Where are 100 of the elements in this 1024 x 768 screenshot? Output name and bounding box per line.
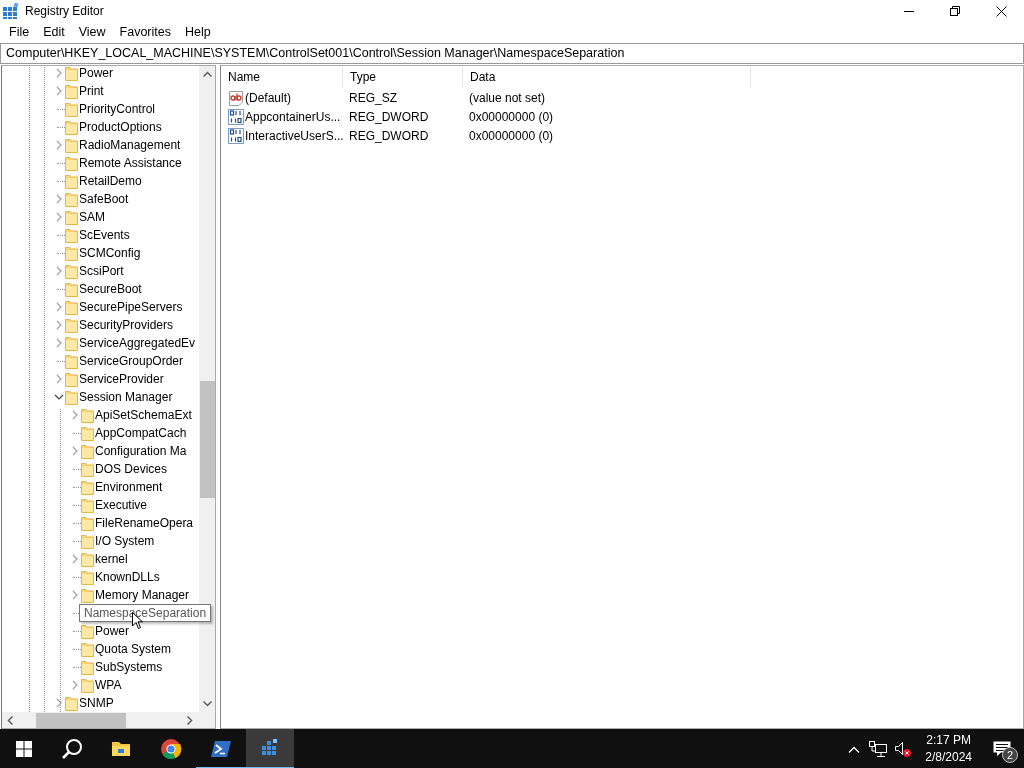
- tree-item[interactable]: DOS Devices: [94, 460, 169, 478]
- windows-logo-icon: [16, 741, 32, 757]
- folder-icon: [81, 659, 94, 675]
- folder-icon: [81, 533, 94, 549]
- folder-icon: [81, 461, 94, 477]
- menu-item[interactable]: Help: [178, 22, 218, 42]
- menu-item[interactable]: Favorites: [112, 22, 178, 42]
- close-icon: [995, 5, 1007, 17]
- folder-icon: [65, 353, 78, 369]
- value-name[interactable]: InteractiveUserS...: [245, 126, 344, 145]
- notification-count: 2: [1002, 747, 1018, 763]
- tree-item[interactable]: ProductOptions: [78, 118, 163, 136]
- tree-item[interactable]: PriorityControl: [78, 100, 157, 118]
- folder-icon: [65, 335, 78, 351]
- tree-item[interactable]: ScsiPort: [78, 262, 125, 280]
- registry-icon: [3, 3, 19, 19]
- column-header[interactable]: Data: [463, 66, 751, 88]
- tooltip: NamespaceSeparation: [79, 604, 212, 622]
- tree-item[interactable]: ServiceGroupOrder: [78, 352, 185, 370]
- browser-icon: [160, 738, 182, 760]
- folder-icon: [65, 317, 78, 333]
- folder-icon: [65, 173, 78, 189]
- tree-item[interactable]: ScEvents: [78, 226, 131, 244]
- restore-icon: [950, 6, 960, 16]
- menu-item[interactable]: File: [2, 22, 37, 42]
- tree-item[interactable]: SNMP: [78, 694, 115, 712]
- value-name[interactable]: (Default): [245, 88, 291, 107]
- folder-icon: [81, 551, 94, 567]
- tree-item[interactable]: WPA: [94, 676, 123, 694]
- tree-item[interactable]: Executive: [94, 496, 149, 514]
- tree-item[interactable]: FileRenameOpera: [94, 514, 195, 532]
- folder-icon: [65, 119, 78, 135]
- folder-icon: [65, 101, 78, 117]
- tree-item[interactable]: kernel: [94, 550, 129, 568]
- terminal-icon: [210, 738, 232, 760]
- folder-icon: [65, 227, 78, 243]
- tree-item[interactable]: ServiceProvider: [78, 370, 165, 388]
- folder-icon: [81, 587, 94, 603]
- column-header[interactable]: Name: [221, 66, 343, 88]
- scroll-thumb[interactable]: [36, 712, 126, 728]
- folder-icon: [81, 479, 94, 495]
- scroll-thumb[interactable]: [199, 381, 215, 498]
- tree-item[interactable]: I/O System: [94, 532, 156, 550]
- string-value-icon: [228, 89, 244, 106]
- tree-item[interactable]: ServiceAggregatedEv: [78, 334, 197, 352]
- network-icon[interactable]: [869, 741, 888, 757]
- folder-icon: [65, 245, 78, 261]
- folder-icon: [81, 569, 94, 585]
- tree-item[interactable]: Session Manager: [78, 388, 174, 406]
- notification-center-button[interactable]: 2: [980, 729, 1024, 768]
- folder-icon: [81, 497, 94, 513]
- folder-icon: [65, 191, 78, 207]
- scroll-up-icon: [202, 71, 212, 77]
- tree-item[interactable]: Environment: [94, 478, 164, 496]
- folder-icon: [81, 407, 94, 423]
- tree-item[interactable]: Power: [94, 622, 130, 640]
- folder-icon: [81, 623, 94, 639]
- tree-item[interactable]: Configuration Ma: [94, 442, 188, 460]
- value-type: REG_SZ: [348, 89, 398, 107]
- folder-icon: [65, 83, 78, 99]
- tree-item[interactable]: SubSystems: [94, 658, 164, 676]
- folder-icon: [65, 371, 78, 387]
- tree-item[interactable]: ApiSetSchemaExt: [94, 406, 193, 424]
- tree-item[interactable]: AppCompatCach: [94, 424, 188, 442]
- tree-item[interactable]: Print: [78, 82, 105, 100]
- address-field[interactable]: Computer\HKEY_LOCAL_MACHINE\SYSTEM\ControlSet001\Control\Session Manager\NamespaceSeparation: [0, 43, 1024, 64]
- binary-value-icon: [228, 108, 244, 125]
- tree-item[interactable]: SecureBoot: [78, 280, 143, 298]
- tree-item[interactable]: RadioManagement: [78, 136, 182, 154]
- tree-item[interactable]: SecurityProviders: [78, 316, 175, 334]
- tree-item[interactable]: Quota System: [94, 640, 173, 658]
- value-type: REG_DWORD: [348, 127, 430, 145]
- search-icon: [61, 738, 83, 760]
- menu-item[interactable]: View: [71, 22, 113, 42]
- clock[interactable]: 2:17 PM 2/8/2024: [925, 732, 972, 766]
- tree-item[interactable]: SecurePipeServers: [78, 298, 184, 316]
- value-data: 0x00000000 (0): [468, 127, 554, 145]
- tree-item[interactable]: RetailDemo: [78, 172, 143, 190]
- folder-icon: [65, 263, 78, 279]
- tree-item[interactable]: Memory Manager: [94, 586, 191, 604]
- tree-item[interactable]: SafeBoot: [78, 190, 130, 208]
- value-name[interactable]: AppcontainerUs...: [245, 107, 341, 126]
- folder-icon: [81, 677, 94, 693]
- tree-item[interactable]: SAM: [78, 208, 106, 226]
- muted-speaker-icon[interactable]: [895, 741, 914, 757]
- folder-icon: [65, 65, 78, 81]
- tree-item[interactable]: SCMConfig: [78, 244, 142, 262]
- value-data: 0x00000000 (0): [468, 108, 554, 126]
- tree-item[interactable]: Remote Assistance: [78, 154, 183, 172]
- tree-item[interactable]: KnownDLLs: [94, 568, 161, 586]
- window-title: Registry Editor: [25, 3, 104, 20]
- tree-item[interactable]: Power: [78, 64, 114, 82]
- folder-icon: [81, 515, 94, 531]
- horizontal-scrollbar[interactable]: [2, 712, 215, 728]
- folder-icon: [81, 641, 94, 657]
- binary-value-icon: [228, 127, 244, 144]
- folder-icon: [65, 695, 78, 711]
- folder-icon: [81, 443, 94, 459]
- menu-item[interactable]: Edit: [36, 22, 72, 42]
- column-header[interactable]: Type: [343, 66, 463, 88]
